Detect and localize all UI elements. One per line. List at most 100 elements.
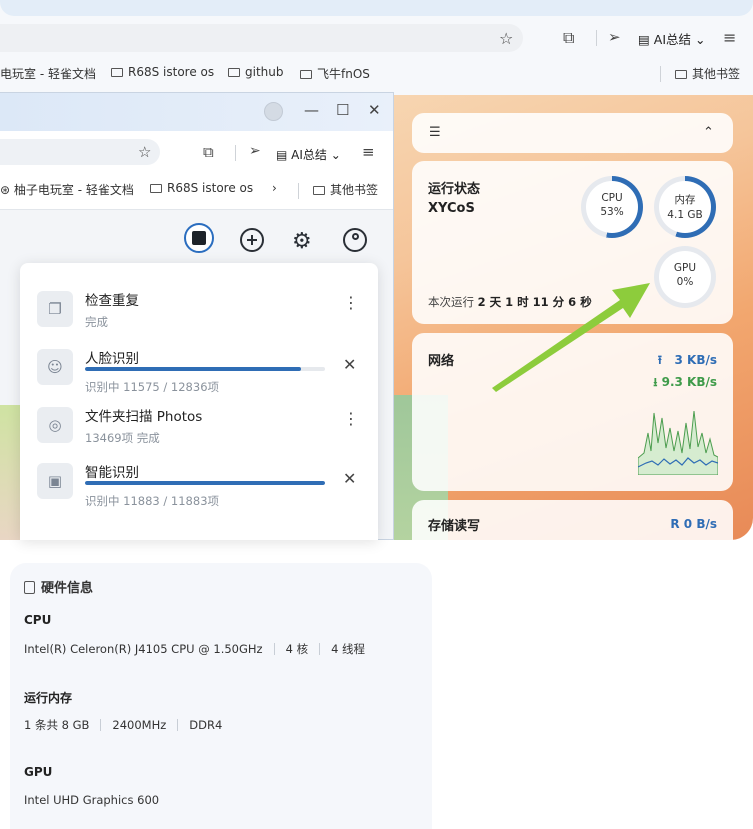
user-icon — [352, 233, 359, 240]
network-widget: 网络 ⭱ 3 KB/s ⭳ 9.3 KB/s — [412, 333, 733, 491]
bookmark-star-icon[interactable]: ☆ — [138, 143, 151, 161]
menu-icon[interactable]: ≡ — [362, 143, 375, 161]
background-address-bar[interactable] — [0, 24, 523, 52]
download-icon: ⭳ — [653, 375, 658, 389]
upload-icon: ⭱ — [657, 353, 662, 367]
gpu-gauge: GPU 0% — [654, 246, 716, 308]
ram-info-row: 1 条共 8 GB 2400MHz DDR4 — [24, 717, 222, 733]
task-title: 文件夹扫描 Photos — [85, 409, 203, 425]
background-browser-toolbar: ☆ ⧉ ➢ ▤ AI总结 ⌄ ≡ 电玩室 - 轻雀文档 R68S istore … — [0, 0, 753, 95]
collapse-icon[interactable]: ⌃ — [703, 125, 714, 140]
task-item: ❐ 检查重复 完成 ⋮ — [20, 283, 378, 333]
bookmark-label: 电玩室 - 轻雀文档 — [0, 67, 96, 81]
task-progress-fill — [85, 367, 301, 371]
task-progress-fill — [85, 481, 325, 485]
upload-speed: ⭱ 3 KB/s — [658, 351, 717, 372]
bookmarks-overflow-icon[interactable]: › — [272, 181, 277, 195]
other-bookmarks[interactable]: 其他书签 — [675, 65, 740, 82]
status-title: 运行状态 — [428, 182, 481, 197]
photo-icon — [192, 231, 206, 245]
disk-io-title: 存储读写 — [428, 519, 481, 534]
uptime: 本次运行 2 天 1 时 11 分 6 秒 — [428, 294, 592, 310]
gpu-gauge-value: 0% — [676, 276, 694, 288]
minimize-icon[interactable]: — — [304, 101, 319, 119]
task-title: 人脸识别 — [85, 351, 139, 367]
bookmark-item[interactable]: R68S istore os — [111, 65, 214, 79]
smart-recognition-icon: ▣ — [37, 463, 73, 499]
photo-thumbnail[interactable] — [0, 405, 20, 540]
uptime-label: 本次运行 — [428, 295, 474, 309]
more-options-icon[interactable]: ⋮ — [343, 293, 359, 312]
menu-icon[interactable]: ≡ — [723, 28, 736, 47]
folder-scan-icon: ◎ — [37, 407, 73, 443]
add-button[interactable] — [240, 228, 264, 252]
folder-icon — [313, 186, 325, 195]
ai-summary-button[interactable]: ▤ AI总结 ⌄ — [638, 29, 706, 48]
task-status: 完成 — [85, 315, 108, 329]
settings-gear-icon[interactable]: ⚙ — [292, 229, 312, 254]
cpu-info-row: Intel(R) Celeron(R) J4105 CPU @ 1.50GHz 4… — [24, 641, 365, 657]
folder-icon — [111, 68, 123, 77]
maximize-icon[interactable]: ☐ — [336, 101, 349, 119]
task-title: 检查重复 — [85, 293, 139, 309]
extensions-icon[interactable]: ⧉ — [563, 28, 574, 48]
bookmark-item[interactable]: github — [228, 65, 283, 79]
profile-icon[interactable] — [264, 102, 283, 121]
bookmark-star-icon[interactable]: ☆ — [499, 29, 513, 48]
task-progress-bar — [85, 367, 325, 371]
cpu-gauge-label: CPU — [601, 192, 623, 204]
bookmark-item[interactable]: R68S istore os — [150, 181, 253, 195]
close-task-icon[interactable]: ✕ — [343, 355, 356, 374]
ai-summary-label: AI总结 — [653, 32, 692, 47]
account-button[interactable] — [343, 228, 367, 252]
memory-gauge-value: 4.1 GB — [667, 209, 703, 221]
bookmark-divider — [298, 183, 299, 199]
face-recognition-icon: ☺ — [37, 349, 73, 385]
uptime-value: 2 天 1 时 11 分 6 秒 — [477, 295, 592, 309]
cpu-section-label: CPU — [24, 613, 52, 627]
bookmark-divider — [660, 66, 661, 82]
tasks-panel: ❐ 检查重复 完成 ⋮ ☺ 人脸识别 识别中 11575 / 12836项 ✕ … — [20, 263, 378, 540]
hardware-icon — [24, 581, 35, 594]
task-status: 识别中 11575 / 12836项 — [85, 380, 220, 394]
task-item: ▣ 智能识别 识别中 11883 / 11883项 ✕ — [20, 455, 378, 508]
address-bar[interactable] — [0, 139, 160, 165]
bookmark-item[interactable]: 电玩室 - 轻雀文档 — [0, 65, 96, 82]
bookmark-label: 飞牛fnOS — [317, 67, 370, 81]
other-bookmarks-label: 其他书签 — [330, 183, 379, 197]
ram-speed: 2400MHz — [112, 718, 167, 732]
ram-type: DDR4 — [189, 718, 223, 732]
folder-icon — [300, 70, 312, 79]
close-task-icon[interactable]: ✕ — [343, 469, 356, 488]
task-title: 智能识别 — [85, 465, 139, 481]
task-status: 识别中 11883 / 11883项 — [85, 494, 220, 508]
ai-summary-label: AI总结 — [291, 148, 327, 162]
window-titlebar — [0, 93, 393, 131]
hardware-info-card: 硬件信息 CPU Intel(R) Celeron(R) J4105 CPU @… — [10, 563, 432, 829]
gpu-section-label: GPU — [24, 765, 53, 779]
task-item: ☺ 人脸识别 识别中 11575 / 12836项 ✕ — [20, 341, 378, 394]
bookmark-item[interactable]: ⊛ 柚子电玩室 - 轻雀文档 — [0, 181, 134, 198]
widget-toolbar: ☰ ⌃ — [412, 113, 733, 153]
separator — [177, 719, 179, 731]
ram-section-label: 运行内存 — [24, 691, 73, 705]
cpu-model: Intel(R) Celeron(R) J4105 CPU @ 1.50GHz — [24, 642, 263, 656]
upload-value: 3 KB/s — [674, 353, 718, 367]
plus-icon-stroke — [251, 235, 253, 245]
photo-tasks-button[interactable] — [184, 223, 214, 253]
extensions-icon[interactable]: ⧉ — [203, 143, 214, 161]
status-widget: 运行状态 XYCoS CPU 53% 内存 4.1 GB GPU 0% 本次运行… — [412, 161, 733, 324]
cpu-gauge-value: 53% — [600, 206, 624, 218]
send-icon[interactable]: ➢ — [249, 143, 261, 159]
more-options-icon[interactable]: ⋮ — [343, 409, 359, 428]
bookmark-item[interactable]: 飞牛fnOS — [300, 65, 370, 82]
widget-settings-icon[interactable]: ☰ — [429, 125, 441, 140]
other-bookmarks[interactable]: 其他书签 — [313, 181, 378, 198]
ram-count: 1 条共 8 GB — [24, 718, 90, 732]
close-window-icon[interactable]: ✕ — [368, 101, 381, 119]
download-value: 9.3 KB/s — [661, 375, 717, 389]
memory-gauge-label: 内存 — [674, 194, 696, 206]
send-icon[interactable]: ➢ — [608, 28, 621, 46]
download-speed: ⭳ 9.3 KB/s — [653, 373, 717, 394]
ai-summary-button[interactable]: ▤ AI总结 ⌄ — [276, 146, 341, 163]
